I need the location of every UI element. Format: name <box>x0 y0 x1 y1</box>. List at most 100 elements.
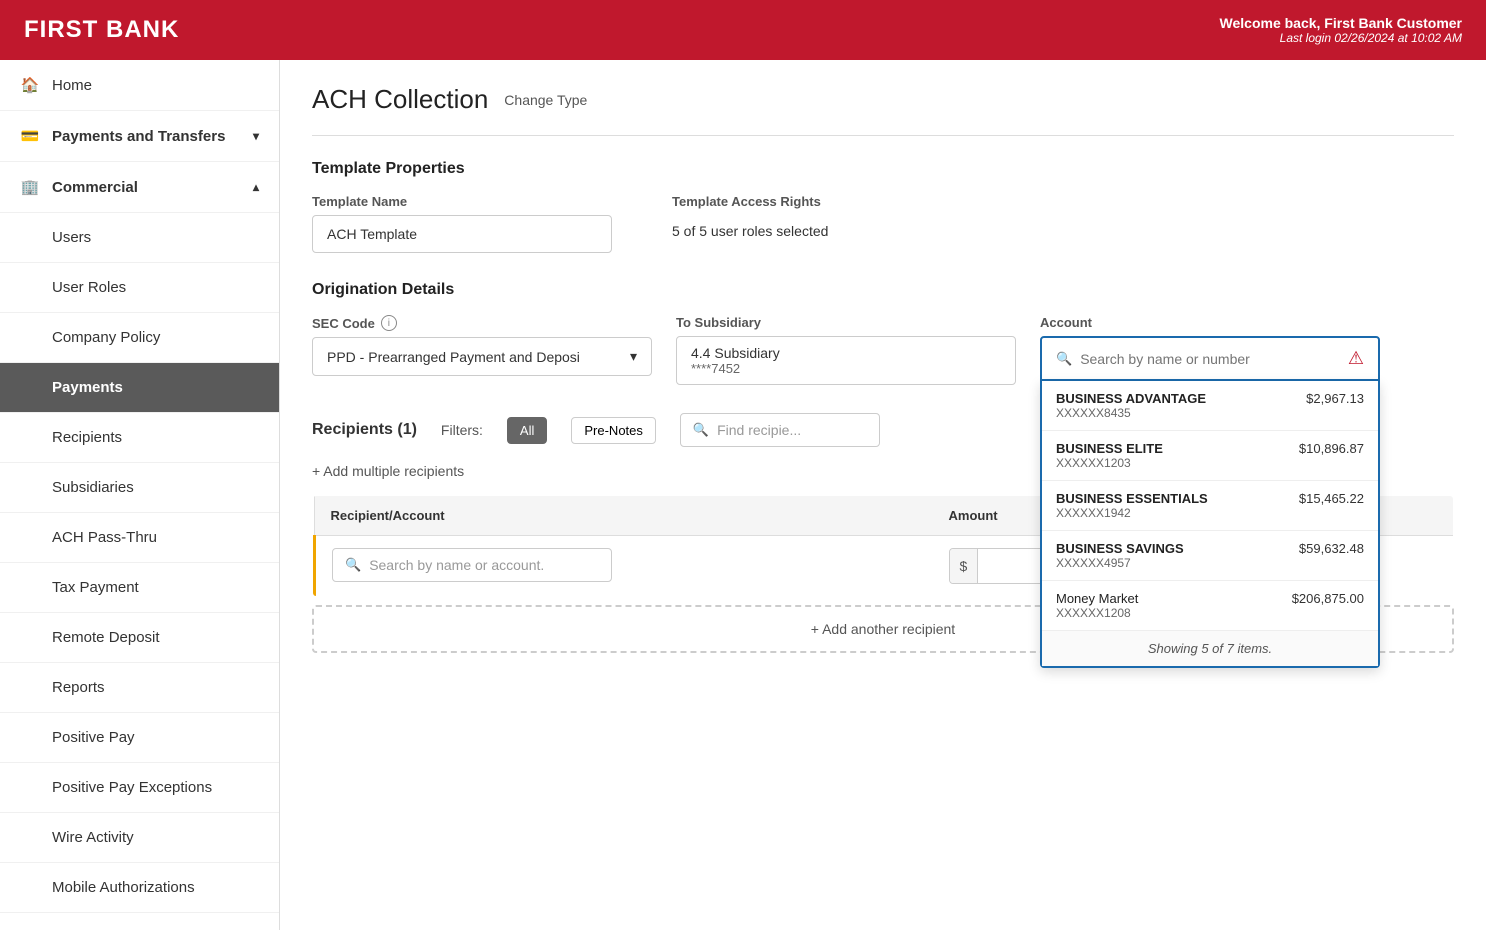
change-type-link[interactable]: Change Type <box>504 92 587 108</box>
sidebar-item-label: Mobile Authorizations <box>52 879 195 896</box>
account-dropdown-container: 🔍 ⚠ BUSINESS ADVANTAGE XXXXXX8435 <box>1040 336 1380 381</box>
home-icon: 🏠 <box>20 76 40 94</box>
sidebar-item-home[interactable]: 🏠 Home <box>0 60 279 111</box>
sidebar-item-users[interactable]: Users <box>0 213 279 263</box>
dollar-symbol: $ <box>950 549 979 583</box>
sidebar-item-label: ACH Pass-Thru <box>52 529 157 546</box>
find-recipient-box[interactable]: 🔍 Find recipie... <box>680 413 880 447</box>
origination-details-section: Origination Details SEC Code i PPD - Pre… <box>312 281 1454 385</box>
header: FIRST BANK Welcome back, First Bank Cust… <box>0 0 1486 60</box>
chevron-down-icon: ▾ <box>630 348 637 365</box>
account-balance: $206,875.00 <box>1292 591 1364 606</box>
sidebar: 🏠 Home 💳 Payments and Transfers ▾ 🏢 Comm… <box>0 60 280 930</box>
account-name: BUSINESS ESSENTIALS <box>1056 491 1208 506</box>
sidebar-item-label: Remote Deposit <box>52 629 160 646</box>
account-balance: $59,632.48 <box>1299 541 1364 556</box>
page-title: ACH Collection <box>312 84 488 115</box>
warning-icon: ⚠ <box>1348 348 1364 369</box>
info-icon[interactable]: i <box>381 315 397 331</box>
account-number: XXXXXX1208 <box>1056 606 1138 620</box>
template-name-group: Template Name <box>312 194 612 253</box>
account-name: Money Market <box>1056 591 1138 606</box>
account-details: BUSINESS ESSENTIALS XXXXXX1942 <box>1056 491 1208 520</box>
account-name: BUSINESS SAVINGS <box>1056 541 1184 556</box>
sidebar-item-positive-pay[interactable]: Positive Pay <box>0 713 279 763</box>
account-number: XXXXXX1203 <box>1056 456 1163 470</box>
recipient-search-box[interactable]: 🔍 Search by name or account. <box>332 548 612 582</box>
origination-fields-row: SEC Code i PPD - Prearranged Payment and… <box>312 315 1454 385</box>
to-subsidiary-group: To Subsidiary 4.4 Subsidiary ****7452 <box>676 315 1016 385</box>
sidebar-item-label: Company Policy <box>52 329 160 346</box>
account-search-input[interactable] <box>1080 351 1340 367</box>
to-subsidiary-label: To Subsidiary <box>676 315 1016 330</box>
sidebar-item-positive-pay-exceptions[interactable]: Positive Pay Exceptions <box>0 763 279 813</box>
account-search-box[interactable]: 🔍 ⚠ <box>1040 336 1380 381</box>
sidebar-item-wire-activity[interactable]: Wire Activity <box>0 813 279 863</box>
sidebar-item-label: Reports <box>52 679 105 696</box>
access-rights-group: Template Access Rights 5 of 5 user roles… <box>672 194 828 239</box>
account-row: BUSINESS SAVINGS XXXXXX4957 $59,632.48 <box>1056 541 1364 570</box>
account-item-business-advantage[interactable]: BUSINESS ADVANTAGE XXXXXX8435 $2,967.13 <box>1042 381 1378 431</box>
account-balance: $15,465.22 <box>1299 491 1364 506</box>
search-icon: 🔍 <box>1056 351 1072 367</box>
sidebar-item-ach-pass-thru[interactable]: ACH Pass-Thru <box>0 513 279 563</box>
subsidiary-name: 4.4 Subsidiary <box>691 345 1001 361</box>
account-name: BUSINESS ADVANTAGE <box>1056 391 1206 406</box>
user-info: Welcome back, First Bank Customer Last l… <box>1220 15 1462 45</box>
add-multiple-recipients-link[interactable]: + Add multiple recipients <box>312 463 464 479</box>
template-properties-fields: Template Name Template Access Rights 5 o… <box>312 194 1454 253</box>
sidebar-item-subsidiaries[interactable]: Subsidiaries <box>0 463 279 513</box>
find-recipient-placeholder: Find recipie... <box>717 422 801 438</box>
account-item-business-elite[interactable]: BUSINESS ELITE XXXXXX1203 $10,896.87 <box>1042 431 1378 481</box>
sidebar-item-label: Payments and Transfers <box>52 128 225 145</box>
account-row: BUSINESS ELITE XXXXXX1203 $10,896.87 <box>1056 441 1364 470</box>
sidebar-item-label: Wire Activity <box>52 829 134 846</box>
sidebar-item-payments-and-transfers[interactable]: 💳 Payments and Transfers ▾ <box>0 111 279 162</box>
sec-code-label-row: SEC Code i <box>312 315 652 331</box>
chevron-up-icon: ▴ <box>253 180 259 194</box>
account-row: BUSINESS ESSENTIALS XXXXXX1942 $15,465.2… <box>1056 491 1364 520</box>
sidebar-item-company-policy[interactable]: Company Policy <box>0 313 279 363</box>
sidebar-item-reports[interactable]: Reports <box>0 663 279 713</box>
sec-code-value: PPD - Prearranged Payment and Deposi <box>327 349 580 365</box>
access-rights-label: Template Access Rights <box>672 194 828 209</box>
sidebar-item-recipients[interactable]: Recipients <box>0 413 279 463</box>
sidebar-item-remote-deposit[interactable]: Remote Deposit <box>0 613 279 663</box>
payments-icon: 💳 <box>20 127 40 145</box>
template-properties-title: Template Properties <box>312 160 1454 178</box>
template-name-input[interactable] <box>312 215 612 253</box>
account-item-business-savings[interactable]: BUSINESS SAVINGS XXXXXX4957 $59,632.48 <box>1042 531 1378 581</box>
main-content: ACH Collection Change Type Template Prop… <box>280 60 1486 930</box>
sidebar-item-tax-payment[interactable]: Tax Payment <box>0 563 279 613</box>
sidebar-item-label: Commercial <box>52 179 138 196</box>
account-item-business-essentials[interactable]: BUSINESS ESSENTIALS XXXXXX1942 $15,465.2… <box>1042 481 1378 531</box>
sidebar-item-payments[interactable]: Payments <box>0 363 279 413</box>
col-extra <box>1389 496 1453 536</box>
account-item-money-market[interactable]: Money Market XXXXXX1208 $206,875.00 <box>1042 581 1378 631</box>
col-recipient-account: Recipient/Account <box>314 496 933 536</box>
account-details: BUSINESS ADVANTAGE XXXXXX8435 <box>1056 391 1206 420</box>
sidebar-item-label: Recipients <box>52 429 122 446</box>
template-name-label: Template Name <box>312 194 612 209</box>
chevron-down-icon: ▾ <box>253 129 259 143</box>
sidebar-item-user-roles[interactable]: User Roles <box>0 263 279 313</box>
account-group: Account 🔍 ⚠ BUSINESS ADVANTAGE <box>1040 315 1380 381</box>
subsidiary-box[interactable]: 4.4 Subsidiary ****7452 <box>676 336 1016 385</box>
filter-prenotes-button[interactable]: Pre-Notes <box>571 417 656 444</box>
filter-all-button[interactable]: All <box>507 417 547 444</box>
page-title-row: ACH Collection Change Type <box>312 84 1454 115</box>
sec-code-select[interactable]: PPD - Prearranged Payment and Deposi ▾ <box>312 337 652 376</box>
sidebar-item-commercial[interactable]: 🏢 Commercial ▴ <box>0 162 279 213</box>
commercial-icon: 🏢 <box>20 178 40 196</box>
search-icon: 🔍 <box>345 557 361 573</box>
account-balance: $10,896.87 <box>1299 441 1364 456</box>
last-login-text: Last login 02/26/2024 at 10:02 AM <box>1220 31 1462 45</box>
welcome-text: Welcome back, First Bank Customer <box>1220 15 1462 31</box>
account-details: BUSINESS SAVINGS XXXXXX4957 <box>1056 541 1184 570</box>
sidebar-item-label: Home <box>52 77 92 94</box>
sec-code-label: SEC Code <box>312 316 375 331</box>
origination-details-title: Origination Details <box>312 281 1454 299</box>
sidebar-item-mobile-authorizations[interactable]: Mobile Authorizations <box>0 863 279 913</box>
account-row: Money Market XXXXXX1208 $206,875.00 <box>1056 591 1364 620</box>
sidebar-item-label: Subsidiaries <box>52 479 134 496</box>
